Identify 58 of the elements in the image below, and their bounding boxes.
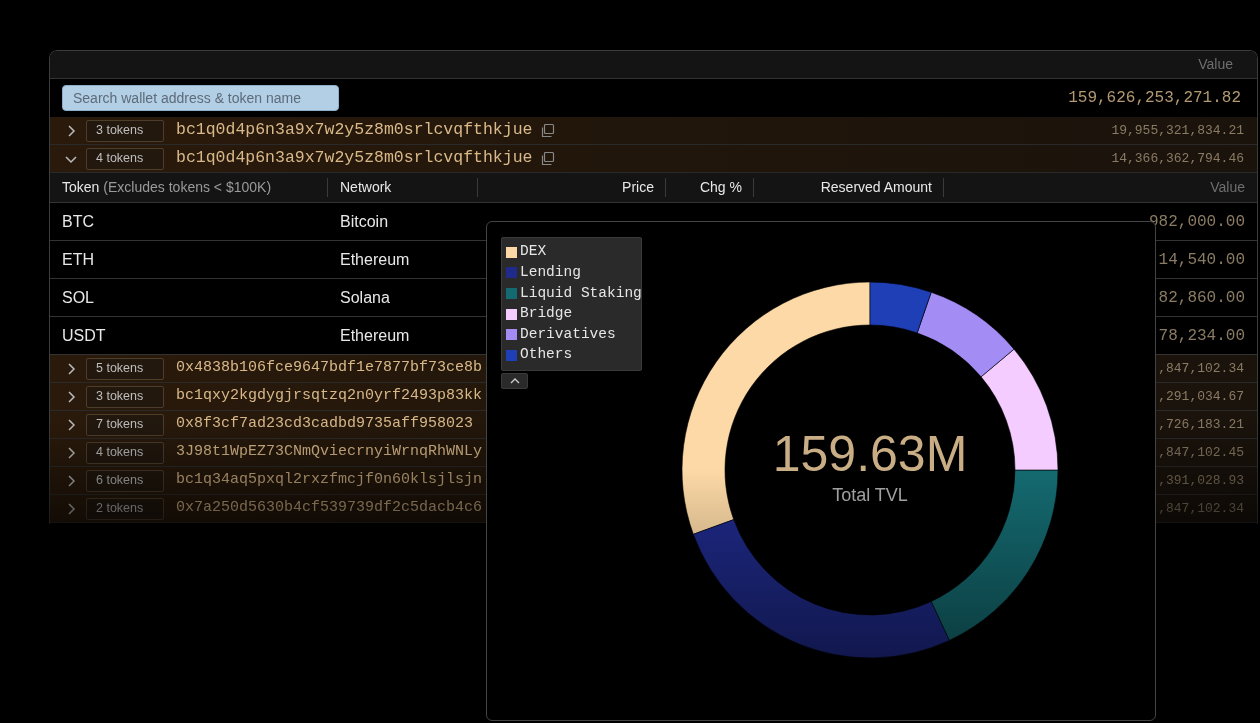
wallet-address[interactable]: bc1q34aq5pxql2rxzfmcjf0n60klsjlsjn — [176, 469, 483, 492]
column-header: Reserved Amount — [820, 178, 932, 197]
table-cell-text: Ethereum — [340, 249, 410, 270]
legend-label[interactable]: Bridge — [520, 303, 573, 325]
wallet-address[interactable]: bc1qxy2kgdygjrsqtzq2n0yrf2493p83kk — [176, 385, 483, 408]
table-cell-text: 78,234.00 — [1158, 325, 1245, 347]
wallet-value: ,391,028.93 — [1158, 471, 1245, 490]
table-cell-text: BTC — [62, 211, 94, 232]
token-count-tag: 6 tokens — [86, 469, 164, 492]
total-value: 159,626,253,271.82 — [1068, 88, 1241, 109]
wallet-address[interactable]: 0x8f3cf7ad23cd3cadbd9735aff958023 — [176, 413, 474, 436]
wallet-address[interactable]: 0x7a250d5630b4cf539739df2c5dacb4c6 — [176, 497, 483, 520]
wallet-value: ,847,102.34 — [1158, 499, 1245, 518]
token-count-tag: 3 tokens — [86, 119, 164, 142]
total-tvl-value: 159.63M — [772, 427, 968, 482]
table-cell-text: 982,000.00 — [1149, 211, 1245, 233]
table-cell-text: 14,540.00 — [1158, 249, 1245, 271]
column-header: Chg % — [699, 178, 742, 197]
wallet-address[interactable]: 3J98t1WpEZ73CNmQviecrnyiWrnqRhWNLy — [176, 441, 483, 464]
table-cell-text: Bitcoin — [340, 211, 389, 232]
legend-label[interactable]: Others — [520, 344, 573, 367]
collapse-button[interactable] — [501, 373, 528, 389]
column-note: (Excludes tokens < $100K) — [103, 178, 272, 197]
search-field[interactable]: Search wallet address & token name — [62, 85, 339, 111]
token-count-tag: 3 tokens — [86, 385, 164, 408]
table-cell-text: Solana — [340, 287, 390, 308]
wallet-address[interactable]: 0x4838b106fce9647bdf1e7877bf73ce8b — [176, 357, 483, 380]
token-count-tag: 4 tokens — [86, 441, 164, 464]
token-count-tag: 5 tokens — [86, 357, 164, 380]
column-header: Value — [1210, 178, 1245, 197]
caret-up-icon — [509, 378, 520, 384]
wallet-value: ,847,102.34 — [1158, 359, 1245, 378]
wallet-value: 14,366,362,794.46 — [1111, 149, 1245, 168]
token-count-tag: 7 tokens — [86, 413, 164, 436]
wallet-value: ,726,183.21 — [1158, 415, 1245, 434]
wallet-value: ,847,102.45 — [1158, 443, 1245, 462]
table-cell-text: Ethereum — [340, 325, 410, 346]
wallet-address[interactable]: bc1q0d4p6n3a9x7w2y5z8m0srlcvqfthkjue — [176, 118, 533, 143]
column-header: Network — [340, 178, 392, 197]
table-cell-text: USDT — [62, 325, 106, 346]
column-header: Value — [1198, 55, 1233, 74]
token-count-tag: 4 tokens — [86, 147, 164, 170]
wallet-address[interactable]: bc1q0d4p6n3a9x7w2y5z8m0srlcvqfthkjue — [176, 146, 533, 171]
table-cell-text: SOL — [62, 287, 94, 308]
legend-label[interactable]: Derivatives — [520, 323, 616, 346]
total-tvl-label: Total TVL — [832, 484, 908, 507]
column-header: Token — [62, 178, 100, 197]
table-cell-text: 82,860.00 — [1158, 287, 1245, 309]
copy-icon[interactable] — [540, 151, 556, 166]
table-cell-text: ETH — [62, 249, 94, 270]
column-header: Price — [622, 178, 654, 197]
legend-label[interactable]: DEX — [520, 241, 547, 264]
legend-label[interactable]: Lending — [520, 262, 581, 284]
legend-label[interactable]: Liquid Staking — [520, 282, 642, 305]
wallet-value: ,291,034.67 — [1158, 387, 1245, 406]
token-count-tag: 2 tokens — [86, 497, 164, 520]
wallet-value: 19,955,321,834.21 — [1111, 121, 1245, 140]
copy-icon[interactable] — [540, 123, 556, 138]
